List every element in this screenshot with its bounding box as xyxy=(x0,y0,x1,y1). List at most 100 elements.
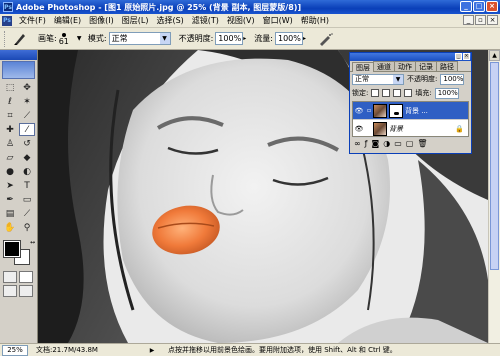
status-menu-icon[interactable]: ▶ xyxy=(146,347,158,354)
marquee-tool-icon[interactable]: ⬚ xyxy=(2,81,18,94)
layers-panel: _ × 图层 通道 动作 记录 路径 正常 ▼ 不透明度: 100% 锁定: 填… xyxy=(349,52,472,154)
quick-mask-button[interactable] xyxy=(19,271,33,283)
layers-panel-title-bar[interactable]: _ × xyxy=(350,53,471,61)
layer-row-background[interactable]: 👁 背景 🔒 xyxy=(353,120,468,138)
mode-select[interactable]: 正常 ▼ xyxy=(108,32,171,45)
brush-size: 61 xyxy=(58,36,69,46)
options-grip[interactable] xyxy=(4,30,6,47)
doc-close-button[interactable]: × xyxy=(487,15,498,25)
link-layers-icon[interactable]: ∞ xyxy=(354,139,361,148)
document-icon[interactable]: Ps xyxy=(2,15,12,26)
lock-pixels-icon[interactable] xyxy=(382,89,391,97)
menu-view[interactable]: 视图(V) xyxy=(223,15,259,26)
menu-filter[interactable]: 滤镜(T) xyxy=(188,15,223,26)
color-swatches: ↔ xyxy=(2,239,35,267)
scroll-up-icon[interactable]: ▲ xyxy=(489,50,500,61)
doc-restore-button[interactable]: ▫ xyxy=(475,15,486,25)
adjustment-layer-icon[interactable]: ◑ xyxy=(383,139,390,148)
brush-tool-icon[interactable]: ⁄ xyxy=(19,123,35,136)
zoom-tool-icon[interactable]: ⚲ xyxy=(19,221,35,234)
doc-minimize-button[interactable]: _ xyxy=(463,15,474,25)
crop-tool-icon[interactable]: ⌗ xyxy=(2,109,18,122)
lock-position-icon[interactable] xyxy=(393,89,402,97)
menu-file[interactable]: 文件(F) xyxy=(15,15,50,26)
menu-image[interactable]: 图像(I) xyxy=(85,15,118,26)
zoom-input[interactable]: 25% xyxy=(2,344,28,356)
layer-opacity-input[interactable]: 100% xyxy=(440,73,465,85)
menu-layer[interactable]: 图层(L) xyxy=(118,15,153,26)
layer-row-background-copy[interactable]: 👁 ▫ 背景 ... xyxy=(353,102,468,120)
tab-actions[interactable]: 动作 xyxy=(394,61,416,71)
foreground-color[interactable] xyxy=(3,240,21,258)
layer-name: 背景 ... xyxy=(405,106,428,115)
shape-tool-icon[interactable]: ▭ xyxy=(19,193,35,206)
path-selection-tool-icon[interactable]: ➤ xyxy=(2,179,18,192)
layer-mask-thumbnail[interactable] xyxy=(389,103,403,118)
panel-close-button[interactable]: × xyxy=(463,53,470,60)
menu-help[interactable]: 帮助(H) xyxy=(297,15,333,26)
layer-style-icon[interactable]: ƒ xyxy=(365,139,368,148)
toolbox-title-bar[interactable] xyxy=(0,50,37,60)
lock-transparency-icon[interactable] xyxy=(371,89,380,97)
pen-tool-icon[interactable]: ✒ xyxy=(2,193,18,206)
magic-wand-tool-icon[interactable]: ✶ xyxy=(19,95,35,108)
hand-tool-icon[interactable]: ✋ xyxy=(2,221,18,234)
healing-brush-tool-icon[interactable]: ✚ xyxy=(2,123,18,136)
tab-paths[interactable]: 路径 xyxy=(436,61,458,71)
eyedropper-tool-icon[interactable]: ⟋ xyxy=(19,207,35,220)
brush-indicator-icon: ▫ xyxy=(366,107,372,114)
panel-minimize-button[interactable]: _ xyxy=(455,53,462,60)
notes-tool-icon[interactable]: ▤ xyxy=(2,207,18,220)
flow-slider-icon[interactable]: ▸ xyxy=(303,35,310,42)
eye-icon[interactable]: 👁 xyxy=(353,125,365,133)
panel-tabs: 图层 通道 动作 记录 路径 xyxy=(350,61,471,72)
eye-icon[interactable]: 👁 xyxy=(353,107,365,115)
menu-select[interactable]: 选择(S) xyxy=(152,15,187,26)
move-tool-icon[interactable]: ✥ xyxy=(19,81,35,94)
maximize-button[interactable]: □ xyxy=(473,1,485,12)
flow-input[interactable]: 100% xyxy=(275,32,303,45)
brush-label: 画笔: xyxy=(38,34,57,43)
paint-bucket-tool-icon[interactable]: ◆ xyxy=(19,151,35,164)
clone-stamp-tool-icon[interactable]: ♙ xyxy=(2,137,18,150)
brush-dropdown-icon[interactable]: ▼ xyxy=(77,35,84,42)
standard-mode-button[interactable] xyxy=(3,271,17,283)
adobe-logo[interactable] xyxy=(2,61,35,79)
opacity-input[interactable]: 100% xyxy=(215,32,244,45)
new-group-icon[interactable]: ▭ xyxy=(394,139,402,148)
photoshop-app-icon: Ps xyxy=(3,2,13,12)
tab-history[interactable]: 记录 xyxy=(415,61,437,71)
scroll-thumb[interactable] xyxy=(490,62,499,270)
menu-window[interactable]: 窗口(W) xyxy=(259,15,297,26)
screen-mode-full-button[interactable] xyxy=(19,285,33,297)
history-brush-tool-icon[interactable]: ↺ xyxy=(19,137,35,150)
dodge-tool-icon[interactable]: ◐ xyxy=(19,165,35,178)
opacity-slider-icon[interactable]: ▸ xyxy=(243,35,250,42)
delete-layer-icon[interactable]: 🗑 xyxy=(417,139,427,148)
eraser-tool-icon[interactable]: ▱ xyxy=(2,151,18,164)
menu-bar: Ps 文件(F) 编辑(E) 图像(I) 图层(L) 选择(S) 滤镜(T) 视… xyxy=(0,14,500,28)
vertical-scrollbar[interactable]: ▲ xyxy=(488,50,500,343)
add-mask-icon[interactable]: ◙ xyxy=(372,139,380,148)
slice-tool-icon[interactable]: ⟋ xyxy=(19,109,35,122)
menu-edit[interactable]: 编辑(E) xyxy=(50,15,85,26)
fill-input[interactable]: 100% xyxy=(434,87,459,99)
opacity-label: 不透明度: xyxy=(178,34,214,43)
type-tool-icon[interactable]: T xyxy=(19,179,35,192)
screen-mode-standard-button[interactable] xyxy=(3,285,17,297)
brush-preset-picker[interactable]: 61 xyxy=(58,32,69,46)
window-title: Adobe Photoshop - [图1 原始照片.jpg @ 25% (背景… xyxy=(16,2,302,12)
tab-channels[interactable]: 通道 xyxy=(373,61,395,71)
minimize-button[interactable]: _ xyxy=(460,1,472,12)
blur-tool-icon[interactable]: ● xyxy=(2,165,18,178)
blend-mode-select[interactable]: 正常 ▼ xyxy=(352,73,404,85)
lock-all-icon[interactable] xyxy=(404,89,413,97)
brush-tool-icon[interactable] xyxy=(12,31,28,47)
tab-layers[interactable]: 图层 xyxy=(352,62,374,72)
swap-colors-icon[interactable]: ↔ xyxy=(30,239,35,246)
lasso-tool-icon[interactable]: ℓ xyxy=(2,95,18,108)
new-layer-icon[interactable]: ▢ xyxy=(406,139,414,148)
airbrush-icon[interactable] xyxy=(318,31,334,47)
close-button[interactable]: × xyxy=(486,1,498,12)
document-size: 文档:21.7M/43.8M xyxy=(36,346,98,354)
